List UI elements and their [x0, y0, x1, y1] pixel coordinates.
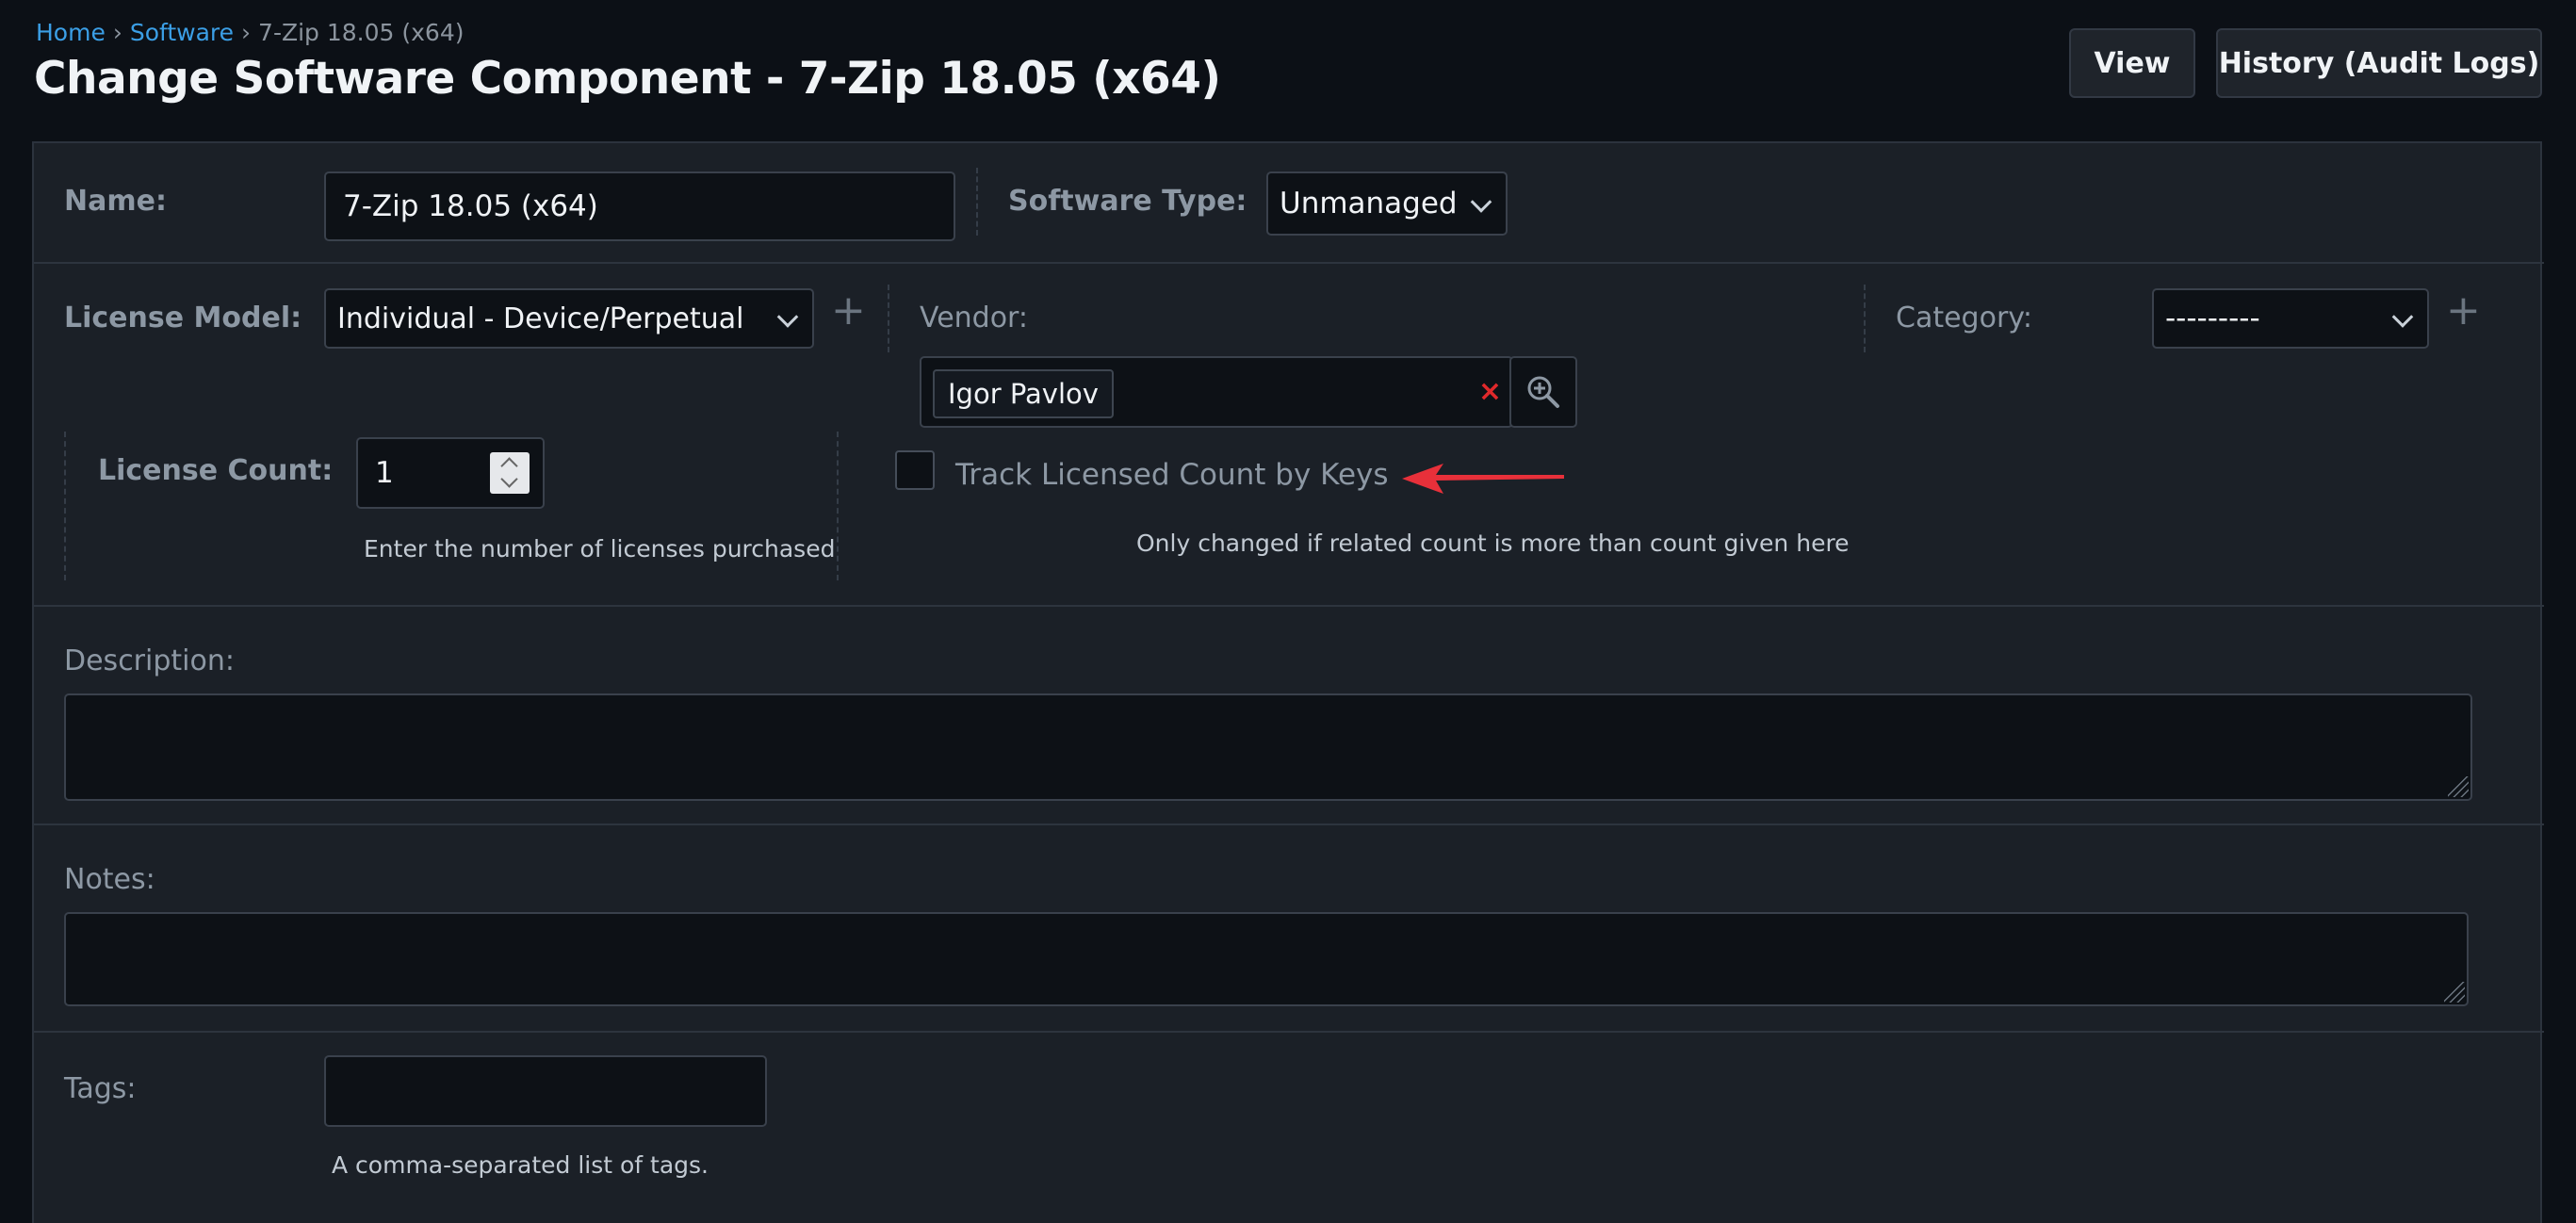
- page: Home › Software › 7-Zip 18.05 (x64) Change S…: [0, 0, 2576, 1223]
- description-label: Description:: [64, 644, 235, 677]
- row-divider: [34, 262, 2544, 264]
- vendor-lookup-button[interactable]: [1509, 356, 1577, 428]
- license-count-help: Enter the number of licenses purchased: [364, 535, 836, 563]
- license-model-value: Individual - Device/Perpetual: [337, 302, 744, 335]
- row-divider: [34, 1031, 2544, 1033]
- vendor-selected-tag: Igor Pavlov: [933, 369, 1114, 418]
- history-audit-logs-button[interactable]: History (Audit Logs): [2216, 28, 2542, 98]
- notes-textarea[interactable]: [64, 912, 2469, 1006]
- breadcrumb-separator: ›: [112, 19, 122, 46]
- description-field-wrap: [64, 693, 2472, 801]
- field-divider: [64, 432, 66, 580]
- license-count-label: License Count:: [98, 454, 334, 487]
- software-type-select[interactable]: Unmanaged: [1266, 171, 1508, 236]
- resize-handle-icon[interactable]: [2448, 776, 2469, 797]
- add-license-model-icon[interactable]: +: [831, 290, 866, 332]
- field-divider: [1864, 285, 1866, 352]
- license-count-value: 1: [375, 456, 394, 490]
- chevron-down-icon: [2391, 306, 2414, 328]
- notes-label: Notes:: [64, 863, 155, 896]
- tags-input[interactable]: [324, 1055, 767, 1127]
- chevron-down-icon: [776, 306, 799, 328]
- chevron-down-icon: [1470, 191, 1492, 213]
- category-label: Category:: [1896, 302, 2032, 334]
- breadcrumb-home-link[interactable]: Home: [36, 19, 106, 46]
- software-type-value: Unmanaged: [1280, 187, 1458, 220]
- track-keys-checkbox[interactable]: [895, 450, 935, 490]
- stepper-icon[interactable]: [490, 452, 530, 494]
- description-textarea[interactable]: [64, 693, 2472, 801]
- view-button[interactable]: View: [2069, 28, 2195, 98]
- row-divider: [34, 823, 2544, 825]
- field-divider: [837, 432, 839, 580]
- zoom-in-icon: [1527, 376, 1559, 408]
- field-divider: [976, 168, 978, 236]
- breadcrumb-current: 7-Zip 18.05 (x64): [258, 19, 465, 46]
- name-input[interactable]: [324, 171, 955, 241]
- track-keys-label: Track Licensed Count by Keys: [955, 458, 1389, 492]
- breadcrumb: Home › Software › 7-Zip 18.05 (x64): [36, 19, 465, 46]
- name-label: Name:: [64, 185, 167, 218]
- tags-label: Tags:: [64, 1072, 137, 1105]
- software-type-label: Software Type:: [1008, 185, 1247, 218]
- notes-field-wrap: [64, 912, 2469, 1006]
- annotation-arrow-icon: [1402, 464, 1564, 494]
- breadcrumb-software-link[interactable]: Software: [130, 19, 234, 46]
- track-keys-help: Only changed if related count is more th…: [1136, 530, 1850, 557]
- row-divider: [34, 605, 2544, 607]
- breadcrumb-separator: ›: [241, 19, 252, 46]
- add-category-icon[interactable]: +: [2446, 290, 2481, 332]
- license-count-input[interactable]: 1: [356, 437, 545, 509]
- license-model-select[interactable]: Individual - Device/Perpetual: [324, 288, 814, 349]
- vendor-label: Vendor:: [920, 302, 1028, 334]
- page-title: Change Software Component - 7-Zip 18.05 …: [34, 53, 1221, 105]
- field-divider: [888, 285, 889, 352]
- vendor-autocomplete[interactable]: Igor Pavlov ×: [920, 356, 1513, 428]
- tags-help: A comma-separated list of tags.: [332, 1151, 709, 1179]
- clear-vendor-icon[interactable]: ×: [1478, 375, 1502, 408]
- resize-handle-icon[interactable]: [2444, 982, 2465, 1003]
- category-select[interactable]: ---------: [2152, 288, 2429, 349]
- category-value: ---------: [2165, 302, 2260, 335]
- form-panel: Name: Software Type: Unmanaged License M…: [32, 141, 2544, 1223]
- license-model-label: License Model:: [64, 302, 302, 334]
